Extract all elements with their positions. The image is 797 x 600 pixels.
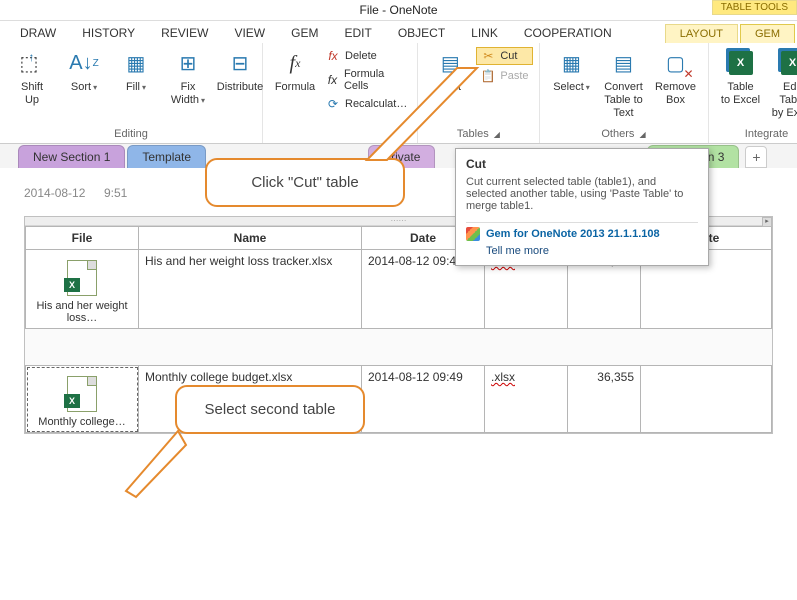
group-others: ▦ Select▾ ▤ Convert Table to Text ▢✕ Rem…: [540, 43, 709, 143]
callout-cut: Click "Cut" table: [205, 158, 405, 207]
file-cell[interactable]: X His and her weight loss…: [26, 250, 139, 329]
table-to-excel-button[interactable]: X Table to Excel: [715, 45, 767, 109]
tab-gem[interactable]: GEM: [279, 23, 330, 43]
excel-edit-icon: X: [777, 47, 797, 79]
tab-edit[interactable]: EDIT: [332, 23, 383, 43]
ext-cell[interactable]: .xlsx: [485, 366, 568, 433]
fill-button[interactable]: ▦ Fill▾: [110, 45, 162, 96]
file-label: His and her weight loss…: [32, 300, 132, 324]
convert-button[interactable]: ▤ Convert Table to Text: [598, 45, 650, 122]
delete-icon: fx: [325, 48, 341, 64]
tab-link[interactable]: LINK: [459, 23, 510, 43]
row-gap: [26, 329, 772, 366]
tab-cooperation[interactable]: COOPERATION: [512, 23, 624, 43]
dialog-launcher-icon[interactable]: ◢: [639, 130, 645, 139]
remove-box-icon: ▢✕: [660, 47, 692, 79]
col-header[interactable]: File: [26, 227, 139, 250]
scissors-icon: ✂: [480, 48, 496, 64]
excel-file-icon: X: [67, 376, 97, 412]
date-cell[interactable]: 2014-08-12 09:49: [362, 366, 485, 433]
tab-layout-context[interactable]: LAYOUT: [665, 24, 738, 43]
select-button[interactable]: ▦ Select▾: [546, 45, 598, 96]
group-integrate: X Table to Excel X Edit Table by Excel I…: [709, 43, 797, 143]
group-label: Integrate: [715, 128, 797, 142]
note-cell[interactable]: [641, 366, 772, 433]
cut-tooltip: Cut Cut current selected table (table1),…: [455, 148, 709, 266]
group-label: Editing: [6, 128, 256, 142]
context-header: TABLE TOOLS: [712, 0, 797, 15]
file-label: Monthly college…: [32, 416, 132, 428]
sort-icon: A↓Z: [68, 47, 100, 79]
tab-review[interactable]: REVIEW: [149, 23, 220, 43]
tooltip-title: Cut: [466, 157, 698, 171]
gem-icon: [466, 227, 480, 241]
excel-export-icon: X: [725, 47, 757, 79]
fill-icon: ▦: [120, 47, 152, 79]
window-title: File - OneNote: [0, 0, 797, 21]
edit-table-excel-button[interactable]: X Edit Table by Excel: [767, 45, 797, 122]
tab-gem-context[interactable]: GEM: [740, 24, 795, 43]
fix-width-button[interactable]: ⊞ Fix Width▾: [162, 45, 214, 109]
tab-view[interactable]: VIEW: [222, 23, 277, 43]
distribute-icon: ⊟: [224, 47, 256, 79]
tab-object[interactable]: OBJECT: [386, 23, 457, 43]
size-cell[interactable]: 36,355: [568, 366, 641, 433]
tooltip-body: Cut current selected table (table1), and…: [466, 176, 698, 212]
shift-up-icon: ⬚↑: [16, 47, 48, 79]
convert-icon: ▤: [608, 47, 640, 79]
sort-button[interactable]: A↓Z Sort▾: [58, 45, 110, 96]
section-tab[interactable]: Template: [127, 145, 206, 168]
group-label: Others ◢: [546, 128, 702, 142]
select-icon: ▦: [556, 47, 588, 79]
distribute-button[interactable]: ⊟ Distribute: [214, 45, 266, 96]
table-row[interactable]: X Monthly college… Monthly college budge…: [26, 366, 772, 433]
excel-file-icon: X: [67, 260, 97, 296]
callout-pointer: [122, 427, 202, 507]
fix-width-icon: ⊞: [172, 47, 204, 79]
shift-up-button[interactable]: ⬚↑ Shift Up: [6, 45, 58, 109]
delete-formula-button[interactable]: fxDelete: [321, 47, 411, 65]
tab-history[interactable]: HISTORY: [70, 23, 147, 43]
name-cell[interactable]: His and her weight loss tracker.xlsx: [139, 250, 362, 329]
tab-draw[interactable]: DRAW: [8, 23, 68, 43]
ribbon-tabs: DRAW HISTORY REVIEW VIEW GEM EDIT OBJECT…: [0, 21, 797, 43]
add-section-button[interactable]: +: [745, 146, 767, 168]
tooltip-more-link[interactable]: Tell me more: [486, 245, 698, 257]
section-tab[interactable]: New Section 1: [18, 145, 125, 168]
scroll-indicator[interactable]: ▸: [762, 217, 772, 227]
col-header[interactable]: Name: [139, 227, 362, 250]
file-cell-selected[interactable]: X Monthly college…: [26, 366, 139, 433]
cut-table-button[interactable]: ✂Cut: [476, 47, 532, 65]
tooltip-product-link[interactable]: Gem for OneNote 2013 21.1.1.108: [466, 227, 698, 241]
remove-box-button[interactable]: ▢✕ Remove Box: [650, 45, 702, 109]
callout-select: Select second table: [175, 385, 365, 434]
group-editing: ⬚↑ Shift Up A↓Z Sort▾ ▦ Fill▾ ⊞ Fix Widt…: [0, 43, 263, 143]
